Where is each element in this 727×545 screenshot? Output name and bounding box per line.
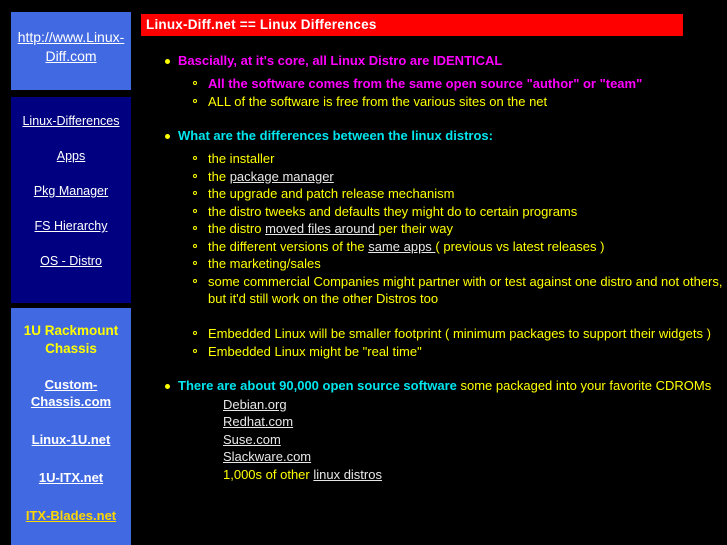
distro-link-others-line: 1,000s of other linux distros [223, 466, 382, 482]
distro-link-suse[interactable]: Suse.com [223, 431, 281, 449]
list-item: Embedded Linux will be smaller footprint… [178, 325, 727, 343]
list-item: the different versions of the same apps … [178, 238, 727, 256]
section-differences-items: the installer the package manager the up… [178, 150, 727, 360]
inline-link-package-manager[interactable]: package manager [230, 169, 334, 184]
promo-title-line1: 1U Rackmount [23, 323, 119, 338]
list-item-continuation: but it'd still work on the other Distros… [208, 291, 439, 306]
list-item: the distro moved files around per their … [178, 220, 727, 238]
distro-link-slackware[interactable]: Slackware.com [223, 448, 311, 466]
section-differences: What are the differences between the lin… [141, 127, 727, 360]
promo-link-linux-1u[interactable]: Linux-1U.net [11, 431, 131, 448]
spacer [178, 308, 727, 326]
distro-link-list: Debian.org Redhat.com Suse.com Slackware… [178, 396, 727, 484]
section-identical: Bascially, at it's core, all Linux Distr… [141, 52, 727, 110]
content-list: Bascially, at it's core, all Linux Distr… [141, 52, 727, 483]
main-content: Linux-Diff.net == Linux Differences Basc… [141, 14, 727, 485]
list-item: Embedded Linux might be "real time" [178, 343, 727, 361]
list-item: the upgrade and patch release mechanism [178, 185, 727, 203]
list-item: some commercial Companies might partner … [178, 273, 727, 291]
inline-link-same-apps[interactable]: same apps [368, 239, 435, 254]
sidebar-item-linux-differences[interactable]: Linux-Differences [11, 113, 131, 129]
page-title: Linux-Diff.net == Linux Differences [141, 14, 683, 36]
distro-link-redhat[interactable]: Redhat.com [223, 413, 293, 431]
sidebar: http://www.Linux-Diff.com Linux-Differen… [11, 12, 131, 545]
list-item: the package manager [178, 168, 727, 186]
list-item: All the software comes from the same ope… [178, 75, 727, 93]
list-item: the installer [178, 150, 727, 168]
promo-title-line2: Chassis [45, 341, 97, 356]
sidebar-item-os-distro[interactable]: OS - Distro [11, 253, 131, 269]
section-identical-heading: Bascially, at it's core, all Linux Distr… [178, 53, 503, 68]
sidebar-logo-box: http://www.Linux-Diff.com [11, 12, 131, 90]
sidebar-item-pkg-manager[interactable]: Pkg Manager [11, 183, 131, 199]
sidebar-item-fs-hierarchy[interactable]: FS Hierarchy [11, 218, 131, 234]
inline-link-moved-files-around[interactable]: moved files around [265, 221, 378, 236]
list-item: the distro tweeks and defaults they migh… [178, 203, 727, 221]
sidebar-promo-box: 1U Rackmount Chassis Custom- Chassis.com… [11, 308, 131, 545]
section-differences-heading: What are the differences between the lin… [178, 128, 493, 143]
inline-link-linux-distros[interactable]: linux distros [313, 467, 382, 482]
promo-link-custom-chassis-line1[interactable]: Custom- [11, 376, 131, 393]
list-item: the marketing/sales [178, 255, 727, 273]
promo-title: 1U Rackmount Chassis [11, 322, 131, 358]
promo-link-itx-blades[interactable]: ITX-Blades.net [11, 507, 131, 524]
list-item: ALL of the software is free from the var… [178, 93, 727, 111]
sidebar-site-link[interactable]: http://www.Linux-Diff.com [11, 28, 131, 66]
promo-link-1u-itx[interactable]: 1U-ITX.net [11, 469, 131, 486]
sidebar-item-apps[interactable]: Apps [11, 148, 131, 164]
sidebar-nav-box: Linux-Differences Apps Pkg Manager FS Hi… [11, 97, 131, 303]
promo-link-custom-chassis-line2[interactable]: Chassis.com [11, 393, 131, 410]
section-identical-items: All the software comes from the same ope… [178, 75, 727, 110]
distro-link-debian[interactable]: Debian.org [223, 396, 287, 414]
section-open-source-heading: There are about 90,000 open source softw… [178, 378, 712, 393]
section-open-source: There are about 90,000 open source softw… [141, 377, 727, 483]
